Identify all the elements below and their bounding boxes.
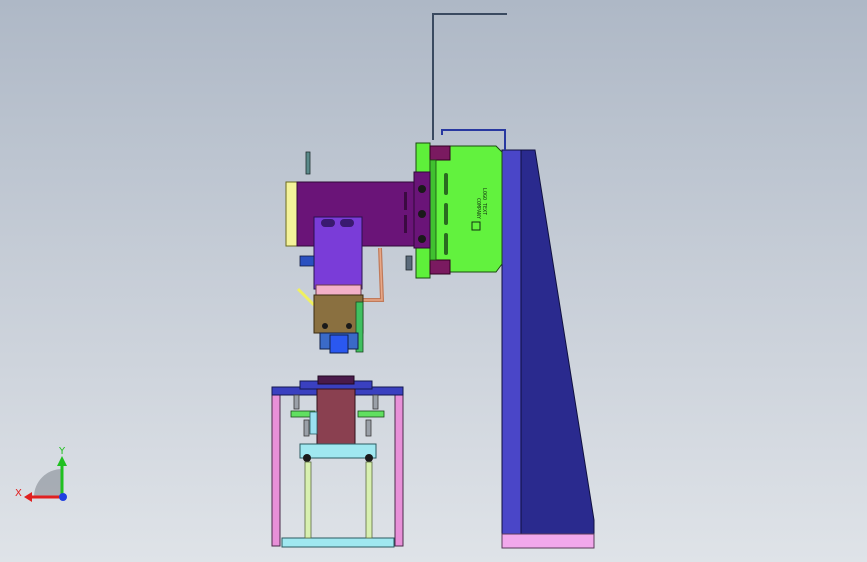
- column-front-face: [501, 149, 522, 536]
- triad-x-label: X: [15, 488, 22, 499]
- locating-pin: [305, 151, 311, 175]
- mount-main-plate: [429, 145, 503, 273]
- lower-clamp-plate: [299, 443, 377, 459]
- arm-end-cap: [285, 181, 298, 247]
- cable-wire: [432, 13, 507, 140]
- head-nozzle: [329, 334, 349, 354]
- orientation-triad[interactable]: Y X: [15, 446, 67, 502]
- stud: [293, 394, 300, 410]
- machine-column[interactable]: [501, 149, 595, 549]
- guide-rod-left: [304, 461, 312, 539]
- arm-slot: [404, 215, 407, 233]
- clamp-top: [429, 145, 451, 161]
- sensor-block: [405, 255, 413, 271]
- air-pipe: [360, 247, 385, 302]
- triad-x-arrow-icon: [24, 492, 32, 502]
- bolt-icon: [418, 210, 426, 218]
- bolt-icon: [346, 323, 352, 329]
- cylinder-port: [340, 219, 354, 227]
- nameplate-text: COMPANY: [475, 198, 481, 219]
- triad-y-arrow-icon: [57, 456, 67, 466]
- frame-left-post: [271, 389, 281, 547]
- fixture-block[interactable]: [316, 388, 356, 445]
- triad-z-axis-icon: [59, 493, 67, 501]
- stud: [303, 419, 310, 437]
- mount-slot: [444, 203, 448, 225]
- press-head[interactable]: [313, 284, 364, 354]
- frame-base-plate: [281, 537, 395, 548]
- bolt-icon: [418, 185, 426, 193]
- bolt-icon: [303, 454, 311, 462]
- fixture-top-block: [317, 375, 355, 385]
- arm-slot: [404, 192, 407, 210]
- triad-y-label: Y: [58, 446, 66, 457]
- stud: [365, 419, 372, 437]
- stud: [372, 394, 379, 410]
- column-base-plate: [501, 533, 595, 549]
- column-side-face: [517, 149, 595, 536]
- cylinder-port: [321, 219, 335, 227]
- fixture-light-strip: [309, 411, 318, 435]
- cad-model-view[interactable]: LOGO TEXT COMPANY Y X: [0, 0, 867, 562]
- cylinder-side-tab: [299, 255, 315, 267]
- bolt-icon: [365, 454, 373, 462]
- bolt-icon: [418, 235, 426, 243]
- green-crossbar: [357, 410, 385, 418]
- frame-right-post: [394, 389, 404, 547]
- mount-slot: [444, 233, 448, 255]
- clamp-bottom: [429, 259, 451, 275]
- guide-pin: [296, 287, 316, 307]
- mount-rail: [429, 159, 437, 261]
- cylinder-body: [313, 216, 363, 290]
- guide-rod-right: [365, 461, 373, 539]
- mount-slot: [444, 173, 448, 195]
- bolt-icon: [322, 323, 328, 329]
- triad-xy-plane: [34, 469, 62, 497]
- cad-viewport[interactable]: LOGO TEXT COMPANY Y X: [0, 0, 867, 562]
- head-top-collar: [315, 284, 362, 296]
